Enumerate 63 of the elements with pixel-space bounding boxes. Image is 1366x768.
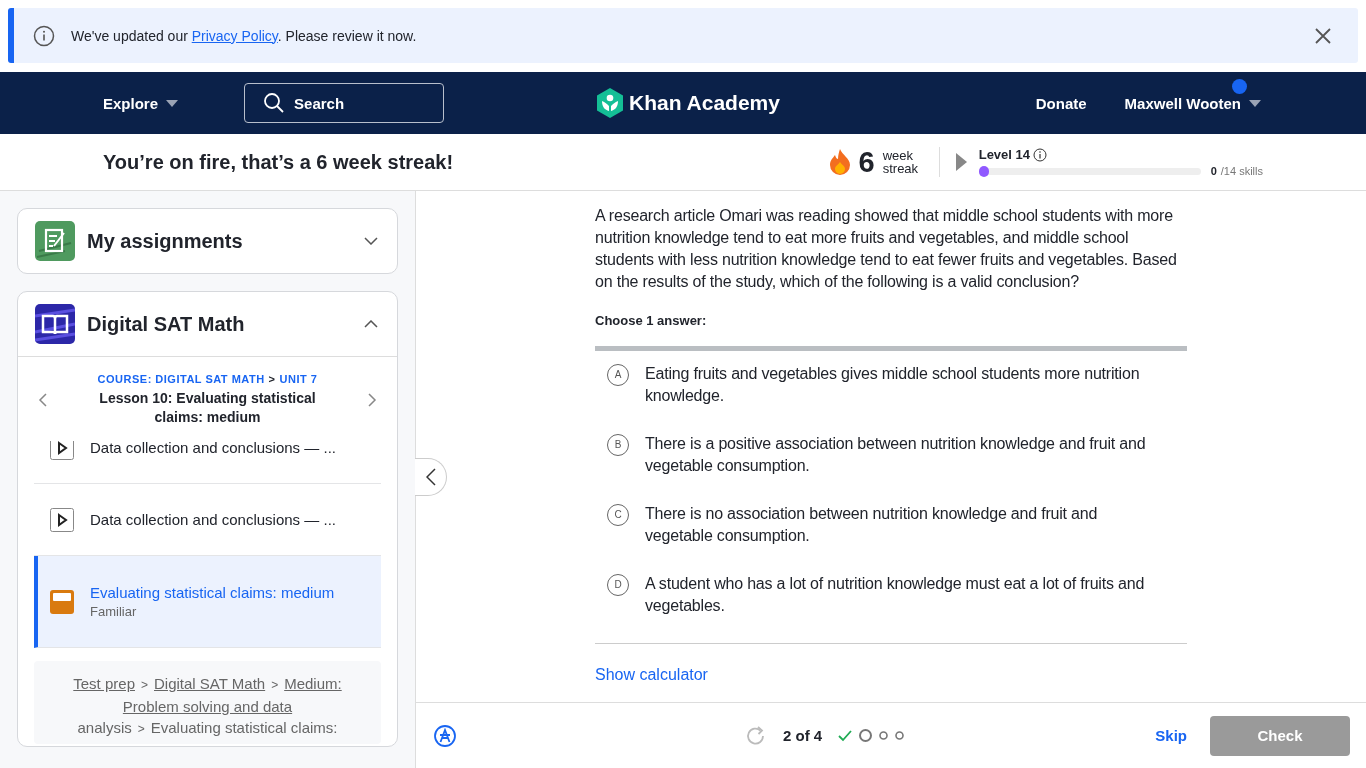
item-title: Evaluating statistical claims: medium: [90, 584, 335, 601]
site-logo-text[interactable]: Khan Academy: [629, 91, 780, 115]
breadcrumb-link[interactable]: Medium:: [284, 675, 342, 692]
play-icon: [50, 507, 74, 532]
breadcrumb-link[interactable]: Digital SAT Math: [154, 675, 266, 692]
answer-choice[interactable]: D A student who has a lot of nutrition knowledge must eat a lot of fruits and vegetables.: [595, 567, 1179, 623]
book-icon: [35, 304, 75, 344]
chevron-right-icon[interactable]: [368, 393, 377, 407]
item-title: Data collection and conclusions — ...: [90, 511, 336, 528]
info-icon: [33, 24, 55, 47]
collapse-button[interactable]: [415, 458, 447, 496]
banner-message: We've updated our Privacy Policy. Please review it now.: [71, 27, 418, 44]
breadcrumb-separator: >: [141, 678, 148, 692]
item-status: Familiar: [90, 604, 138, 619]
breadcrumb-separator: >: [137, 722, 145, 736]
course-card-header[interactable]: Digital SAT Math: [18, 292, 397, 357]
breadcrumb-text: analysis: [77, 719, 132, 736]
lesson-item[interactable]: Data collection and conclusions — ...: [34, 441, 381, 484]
explore-menu[interactable]: Explore: [103, 94, 179, 112]
course-card-header[interactable]: My assignments: [18, 209, 397, 273]
answer-choice[interactable]: A Eating fruits and vegetables gives middle school students more nutrition knowledge.: [595, 357, 1179, 413]
skills-total: /14 skills: [1220, 165, 1263, 177]
user-menu[interactable]: Maxwell Wooten: [1124, 94, 1261, 112]
path-separator: >: [268, 373, 276, 385]
course-link[interactable]: COURSE: DIGITAL SAT MATH: [97, 373, 265, 385]
progress-count: 2 of 4: [783, 727, 823, 744]
item-title: Data collection and conclusions — ...: [90, 441, 336, 456]
streak-message: You’re on fire, that’s a 6 week streak!: [103, 150, 454, 174]
lesson-title: Lesson 10: Evaluating statistical claims: medium: [98, 389, 317, 427]
close-icon[interactable]: [1314, 26, 1332, 45]
caret-icon: [166, 99, 179, 107]
refresh-icon[interactable]: [745, 724, 767, 747]
answer-choice[interactable]: C There is no association between nutrition knowledge and fruit and vegetable consumption.: [595, 497, 1179, 553]
breadcrumb-link[interactable]: Test prep: [73, 675, 135, 692]
question-text: A research article Omari was reading showed that middle school students with more nutrition knowledge tend to eat more fruits and vegetables, and middle school students with less nutrition knowledge tend to eat fewer fruits and vegetables. Based on the results of the study, which of the following is a valid conclusion?: [595, 206, 1178, 292]
breadcrumb-link[interactable]: Problem solving and data: [122, 698, 293, 715]
streak-unit: week streak: [882, 149, 920, 175]
lesson-item[interactable]: Evaluating statistical claims: medium Familiar: [34, 556, 381, 648]
chevron-left-icon[interactable]: [38, 393, 47, 407]
breadcrumb-separator: >: [271, 678, 279, 692]
breadcrumb-text: Evaluating statistical claims:: [150, 719, 338, 736]
leaf-logo-icon: [596, 88, 624, 118]
search-field[interactable]: Search: [244, 83, 445, 123]
caret-icon: [1249, 99, 1261, 107]
unit-link[interactable]: UNIT 7: [279, 373, 318, 385]
skip-link[interactable]: Skip: [1155, 727, 1187, 744]
privacy-policy-link[interactable]: Privacy Policy: [191, 27, 278, 44]
level-label: Level 14: [978, 147, 1030, 162]
streak-count: 6: [858, 145, 875, 179]
play-icon: [50, 441, 74, 460]
skills-count: 0: [1210, 165, 1217, 177]
checklist-icon: [35, 221, 75, 261]
flame-icon: [828, 149, 851, 175]
answer-prompt: Choose 1 answer:: [595, 313, 708, 328]
play-triangle-icon[interactable]: [955, 153, 967, 171]
info-icon[interactable]: [1033, 147, 1047, 162]
accessibility-icon[interactable]: [434, 724, 456, 747]
chevron-left-icon: [425, 468, 436, 486]
answer-choice[interactable]: B There is a positive association between nutrition knowledge and fruit and vegetable consumption.: [595, 427, 1179, 483]
mastery-icon: [50, 589, 74, 614]
search-icon: [263, 92, 286, 114]
donate-link[interactable]: Donate: [1035, 94, 1087, 112]
show-calculator-link[interactable]: Show calculator: [595, 666, 708, 684]
